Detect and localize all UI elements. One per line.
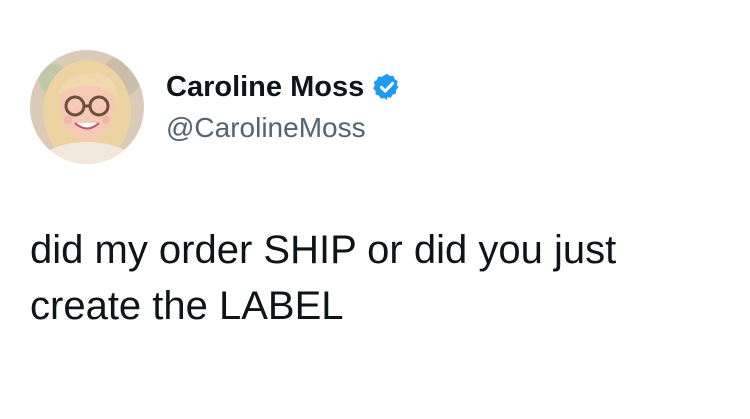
author-handle[interactable]: @CarolineMoss <box>166 112 402 144</box>
author-info: Caroline Moss @CarolineMoss <box>166 70 402 144</box>
display-name-row: Caroline Moss <box>166 70 402 104</box>
profile-photo-icon <box>30 50 144 164</box>
author-display-name[interactable]: Caroline Moss <box>166 70 364 104</box>
tweet-card: Caroline Moss @CarolineMoss did my order… <box>0 0 750 419</box>
tweet-text: did my order SHIP or did you just create… <box>30 228 617 328</box>
verified-badge-icon <box>372 72 402 102</box>
tweet-header: Caroline Moss @CarolineMoss <box>30 50 402 164</box>
avatar[interactable] <box>30 50 144 164</box>
